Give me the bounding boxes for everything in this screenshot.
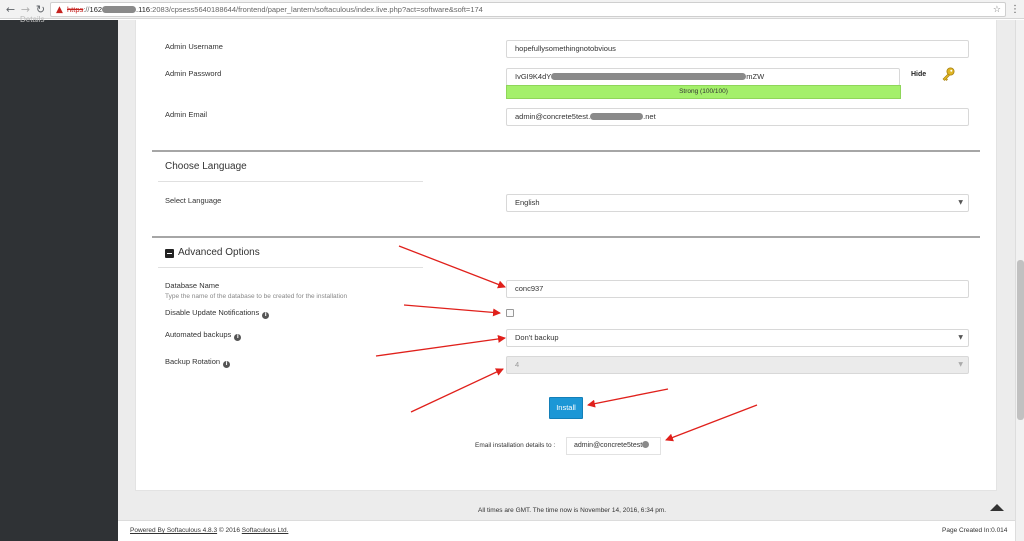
- select-language-label: Select Language: [165, 196, 222, 205]
- password-strength-bar: Strong (100/100): [506, 85, 901, 99]
- address-bar[interactable]: ▲ https://162.116:2083/cpsess5640188644/…: [50, 2, 1006, 17]
- redaction: [102, 6, 137, 13]
- company-link[interactable]: Softaculous Ltd.: [242, 527, 289, 534]
- not-secure-warning-icon: ▲: [56, 5, 63, 15]
- url-text: https://162.116:2083/cpsess5640188644/fr…: [67, 5, 483, 14]
- server-time-note: All times are GMT. The time now is Novem…: [478, 507, 667, 514]
- redaction: [642, 441, 650, 448]
- key-icon[interactable]: [940, 66, 956, 82]
- hide-password-link[interactable]: Hide: [911, 71, 926, 78]
- browser-menu-icon[interactable]: ⋮: [1010, 3, 1020, 16]
- info-icon[interactable]: i: [234, 334, 242, 341]
- info-icon[interactable]: i: [262, 312, 270, 319]
- automated-backups-label: Automated backups i: [165, 330, 242, 341]
- email-details-label: Email installation details to :: [475, 442, 556, 449]
- database-name-help: Type the name of the database to be crea…: [165, 293, 348, 300]
- section-underline: [158, 181, 423, 182]
- admin-username-input[interactable]: hopefullysomethingnotobvious: [506, 40, 969, 58]
- advanced-options-title[interactable]: Advanced Options: [178, 247, 260, 258]
- section-underline: [158, 267, 423, 268]
- scroll-to-top-icon[interactable]: [990, 504, 1004, 511]
- admin-email-label: Admin Email: [165, 110, 208, 119]
- browser-toolbar: ← → ↻ ▲ https://162.116:2083/cpsess56401…: [0, 0, 1024, 19]
- backup-rotation-select: 4 ▼: [506, 356, 969, 374]
- database-name-label: Database Name: [165, 281, 220, 290]
- email-details-input[interactable]: admin@concrete5test: [566, 437, 661, 455]
- dropdown-caret-icon: ▼: [958, 199, 963, 206]
- softaculous-link[interactable]: Powered By Softaculous 4.8.3: [130, 527, 217, 534]
- page-scrollbar[interactable]: [1015, 20, 1024, 541]
- admin-password-label: Admin Password: [165, 69, 222, 78]
- redaction: [590, 113, 644, 120]
- language-select[interactable]: English ▼: [506, 194, 969, 212]
- disable-update-notifications-checkbox[interactable]: [506, 309, 514, 317]
- automated-backups-select[interactable]: Don't backup ▼: [506, 329, 969, 347]
- section-divider: [152, 236, 980, 238]
- dropdown-caret-icon: ▼: [958, 334, 963, 341]
- sidebar-item-label[interactable]: Details: [20, 15, 44, 24]
- sidebar: Details: [0, 15, 118, 541]
- back-icon[interactable]: ←: [4, 3, 17, 16]
- page-created-text: Page Created In:0.014: [942, 527, 1008, 534]
- collapse-icon[interactable]: [165, 249, 174, 258]
- backup-rotation-label: Backup Rotation i: [165, 357, 231, 368]
- choose-language-title: Choose Language: [165, 161, 247, 172]
- dropdown-caret-icon: ▼: [958, 361, 963, 368]
- powered-by-text: Powered By Softaculous 4.8.3 © 2016 Soft…: [130, 527, 289, 534]
- disable-update-notifications-label: Disable Update Notifications i: [165, 308, 270, 319]
- section-divider: [152, 150, 980, 152]
- redaction: [551, 73, 747, 80]
- info-icon[interactable]: i: [223, 361, 231, 368]
- install-button[interactable]: Install: [549, 397, 583, 419]
- admin-password-input[interactable]: IvGI9K4dY mZW: [506, 68, 900, 86]
- bookmark-star-icon[interactable]: ☆: [993, 4, 1001, 16]
- database-name-input[interactable]: conc937: [506, 280, 969, 298]
- scrollbar-thumb[interactable]: [1017, 260, 1024, 420]
- admin-username-label: Admin Username: [165, 42, 223, 51]
- admin-email-input[interactable]: admin@concrete5test. .net: [506, 108, 969, 126]
